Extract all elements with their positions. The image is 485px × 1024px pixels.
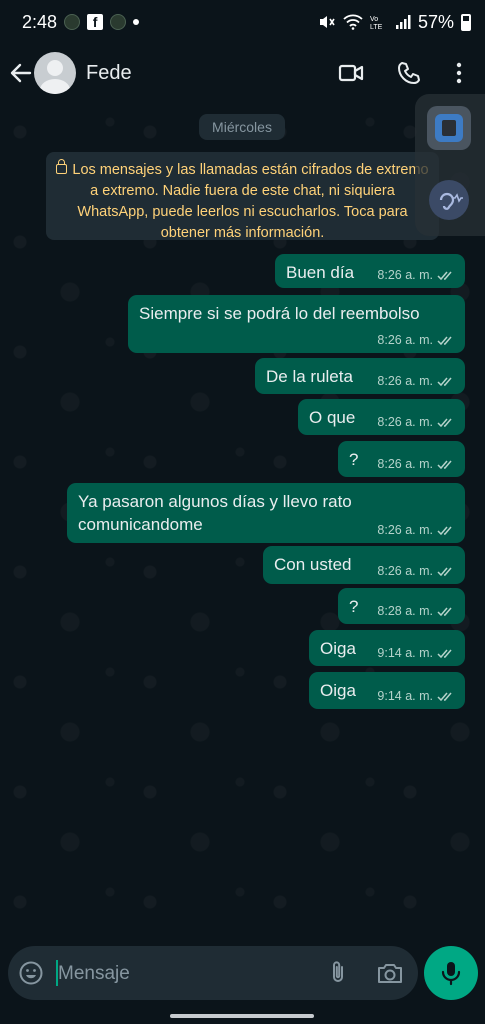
notification-app-icon [110,14,127,30]
chat-area[interactable]: Miércoles Los mensajes y las llamadas es… [0,102,485,942]
text-cursor [56,960,58,986]
message-meta: 8:26 a. m. [377,523,455,537]
message-time: 8:26 a. m. [377,457,433,471]
message-bubble[interactable]: O que 8:26 a. m. [298,399,465,435]
message-time: 8:28 a. m. [377,604,433,618]
message-meta: 9:14 a. m. [377,689,455,703]
message-meta: 8:26 a. m. [377,457,455,471]
message-time: 8:26 a. m. [377,268,433,282]
message-bubble[interactable]: Ya pasaron algunos días y llevo rato com… [67,483,465,543]
date-separator: Miércoles [199,114,285,140]
microphone-icon [441,962,461,986]
double-check-icon [437,460,452,469]
message-meta: 8:26 a. m. [377,333,455,347]
edge-panel-app-button[interactable] [427,106,471,150]
svg-text:Vo: Vo [370,16,378,23]
message-time: 8:26 a. m. [377,523,433,537]
double-check-icon [437,607,452,616]
status-bar: 2:48 f Vo LTE 57% [0,0,485,44]
message-time: 9:14 a. m. [377,689,433,703]
lock-icon [56,159,68,174]
message-time: 8:26 a. m. [377,564,433,578]
voice-call-icon[interactable] [396,60,422,86]
voice-message-button[interactable] [424,946,478,1000]
volte-icon: Vo LTE [370,16,383,30]
message-time: 8:26 a. m. [377,333,433,347]
camera-icon[interactable] [376,960,404,986]
message-bubble[interactable]: Oiga 9:14 a. m. [309,630,465,666]
double-check-icon [437,526,452,535]
double-check-icon [437,567,452,576]
message-input[interactable] [56,958,320,990]
double-check-icon [437,336,452,345]
message-bubble[interactable]: Con usted 8:26 a. m. [263,546,465,584]
gesture-home-bar[interactable] [170,1014,314,1018]
message-composer [8,946,418,1000]
battery-icon [461,13,471,31]
app-shortcut-icon [435,114,463,142]
message-bubble[interactable]: ? 8:28 a. m. [338,588,465,624]
message-text: Siempre si se podrá lo del reembolso [139,304,420,323]
svg-text:LTE: LTE [370,24,383,30]
double-check-icon [437,271,452,280]
battery-percent: 57% [417,11,454,32]
message-meta: 8:26 a. m. [377,564,455,578]
contact-avatar[interactable] [34,52,76,94]
message-bubble[interactable]: De la ruleta 8:26 a. m. [255,358,465,394]
back-arrow-icon[interactable] [8,60,34,86]
signal-icon [395,15,411,29]
message-bubble[interactable]: Oiga 9:14 a. m. [309,672,465,709]
message-meta: 9:14 a. m. [377,646,455,660]
message-meta: 8:26 a. m. [377,415,455,429]
message-text: Ya pasaron algunos días y llevo rato com… [78,492,352,534]
double-check-icon [437,649,452,658]
encryption-notice-text: Los mensajes y las llamadas están cifrad… [72,162,429,241]
message-bubble[interactable]: ? 8:26 a. m. [338,441,465,477]
message-time: 8:26 a. m. [377,415,433,429]
message-bubble[interactable]: Siempre si se podrá lo del reembolso 8:2… [128,295,465,353]
more-notifications-dot-icon [133,19,140,25]
wifi-icon [343,14,363,30]
avatar-head-shape [47,60,63,76]
attach-icon[interactable] [326,960,350,986]
avatar-body-shape [40,79,70,94]
edge-panel[interactable] [415,94,485,236]
status-time: 2:48 [22,11,58,32]
contact-name[interactable]: Fede [86,62,132,85]
chat-header: Fede [0,44,485,102]
more-options-icon[interactable] [446,60,472,86]
message-meta: 8:28 a. m. [377,604,455,618]
hearing-icon [429,180,469,220]
encryption-notice[interactable]: Los mensajes y las llamadas están cifrad… [46,152,439,241]
message-meta: 8:26 a. m. [377,374,455,388]
message-time: 9:14 a. m. [377,646,433,660]
double-check-icon [437,418,452,427]
facebook-icon: f [87,14,104,30]
notification-app-icon [64,14,81,30]
mute-icon [319,16,335,28]
edge-panel-hearing-button[interactable] [427,178,471,222]
double-check-icon [437,692,452,701]
message-meta: 8:26 a. m. [377,268,455,282]
video-call-icon[interactable] [338,60,364,86]
status-left: 2:48 f [22,11,140,33]
double-check-icon [437,377,452,386]
emoji-icon[interactable] [18,960,44,986]
status-right: Vo LTE 57% [318,12,471,33]
message-time: 8:26 a. m. [377,374,433,388]
message-bubble[interactable]: Buen día 8:26 a. m. [275,254,465,288]
